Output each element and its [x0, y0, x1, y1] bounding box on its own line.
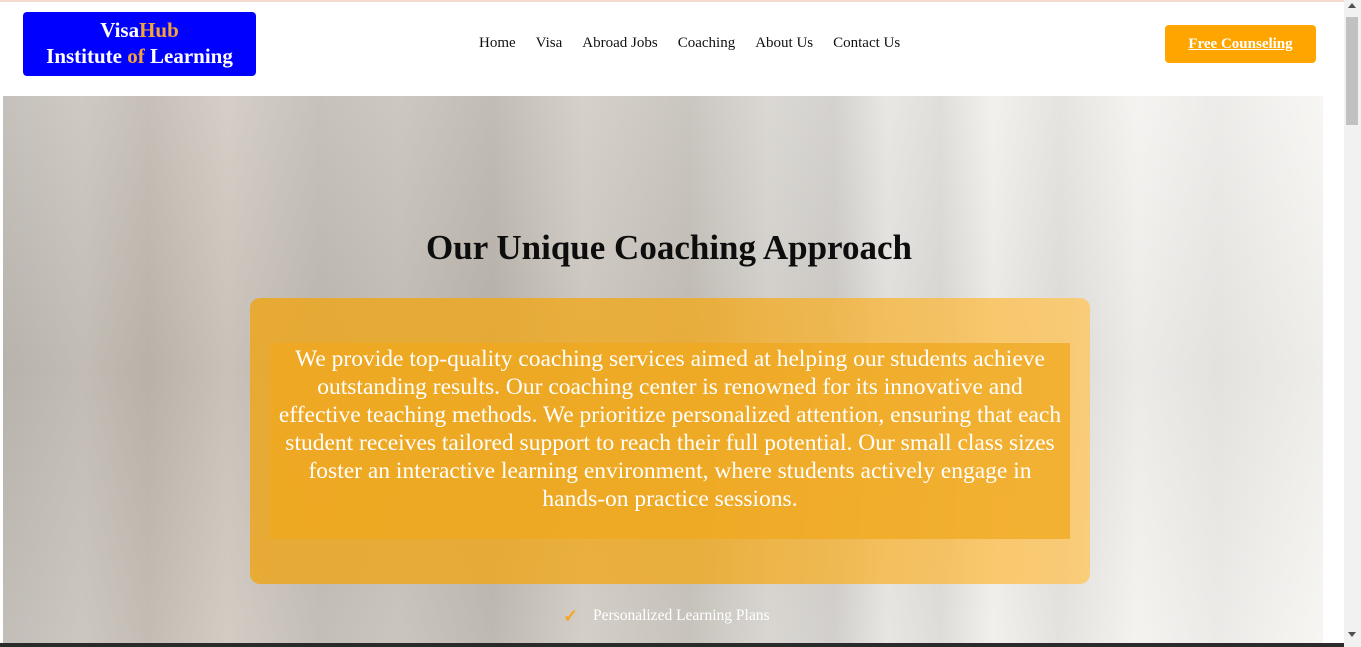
main-nav: Home Visa Abroad Jobs Coaching About Us …: [479, 35, 900, 52]
scroll-down-arrow-icon[interactable]: [1348, 632, 1356, 637]
nav-contact-us[interactable]: Contact Us: [833, 35, 900, 52]
checkmark-icon: ✓: [563, 605, 579, 626]
feature-label: Personalized Learning Plans: [593, 607, 770, 624]
site-logo[interactable]: VisaHub Institute of Learning: [23, 12, 256, 76]
nav-about-us[interactable]: About Us: [755, 35, 813, 52]
feature-list: ✓ Personalized Learning Plans: [563, 601, 769, 631]
logo-line-1: VisaHub: [100, 18, 179, 42]
nav-visa[interactable]: Visa: [536, 35, 563, 52]
logo-line-2: Institute of Learning: [46, 44, 233, 68]
nav-home[interactable]: Home: [479, 35, 516, 52]
hero-section: Our Unique Coaching Approach We provide …: [3, 96, 1323, 643]
approach-card: We provide top-quality coaching services…: [250, 298, 1090, 584]
free-counseling-button[interactable]: Free Counseling: [1165, 25, 1316, 63]
vertical-scrollbar[interactable]: [1344, 0, 1361, 647]
hero-title: Our Unique Coaching Approach: [426, 228, 912, 267]
site-header: VisaHub Institute of Learning Home Visa …: [3, 2, 1338, 96]
scroll-thumb[interactable]: [1346, 17, 1358, 125]
approach-description: We provide top-quality coaching services…: [270, 343, 1070, 539]
feature-item: ✓ Personalized Learning Plans: [563, 601, 769, 631]
nav-abroad-jobs[interactable]: Abroad Jobs: [582, 35, 657, 52]
nav-coaching[interactable]: Coaching: [678, 35, 736, 52]
scroll-up-arrow-icon[interactable]: [1348, 3, 1356, 8]
bottom-taskbar-edge: [0, 643, 1344, 647]
